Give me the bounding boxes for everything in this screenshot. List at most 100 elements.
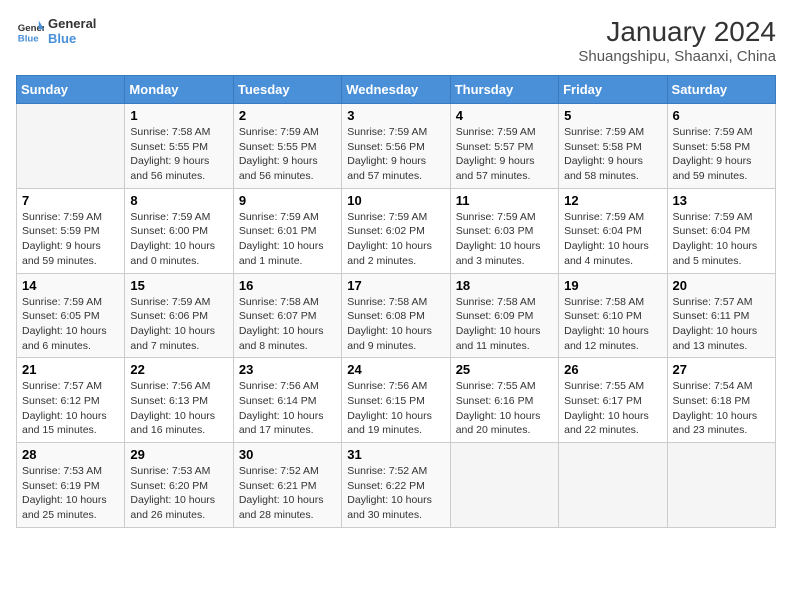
- day-number: 28: [22, 447, 119, 462]
- calendar-cell: 29Sunrise: 7:53 AMSunset: 6:20 PMDayligh…: [125, 443, 233, 528]
- day-info: Sunrise: 7:57 AMSunset: 6:12 PMDaylight:…: [22, 379, 119, 438]
- day-number: 13: [673, 193, 770, 208]
- header-saturday: Saturday: [667, 76, 775, 104]
- calendar-week-row: 21 Sunrise: 7:57 AMSunset: 6:12 PMDayligh…: [17, 358, 776, 443]
- calendar-cell: 5Sunrise: 7:59 AMSunset: 5:58 PMDaylight…: [559, 104, 667, 189]
- calendar-cell: 27 Sunrise: 7:54 AMSunset: 6:18 PMDayligh…: [667, 358, 775, 443]
- logo: General Blue General Blue: [16, 16, 96, 46]
- day-info: Sunrise: 7:59 AMSunset: 5:55 PMDaylight:…: [239, 125, 336, 184]
- calendar-week-row: 1 Sunrise: 7:58 AMSunset: 5:55 PMDaylight…: [17, 104, 776, 189]
- day-number: 1: [130, 108, 227, 123]
- day-info: Sunrise: 7:54 AMSunset: 6:18 PMDaylight:…: [673, 379, 770, 438]
- header-wednesday: Wednesday: [342, 76, 450, 104]
- day-number: 4: [456, 108, 553, 123]
- day-info: Sunrise: 7:59 AMSunset: 5:59 PMDaylight:…: [22, 210, 119, 269]
- day-info: Sunrise: 7:56 AMSunset: 6:15 PMDaylight:…: [347, 379, 444, 438]
- day-number: 23: [239, 362, 336, 377]
- day-info: Sunrise: 7:59 AMSunset: 6:04 PMDaylight:…: [673, 210, 770, 269]
- calendar-header-row: SundayMondayTuesdayWednesdayThursdayFrid…: [17, 76, 776, 104]
- calendar-cell: 4 Sunrise: 7:59 AMSunset: 5:57 PMDaylight…: [450, 104, 558, 189]
- calendar-cell: 11 Sunrise: 7:59 AMSunset: 6:03 PMDayligh…: [450, 188, 558, 273]
- day-info: Sunrise: 7:59 AMSunset: 5:56 PMDaylight:…: [347, 125, 444, 184]
- calendar-title: January 2024: [578, 16, 776, 48]
- calendar-cell: 15 Sunrise: 7:59 AMSunset: 6:06 PMDayligh…: [125, 273, 233, 358]
- page-header: General Blue General Blue January 2024 S…: [16, 16, 776, 65]
- day-number: 31: [347, 447, 444, 462]
- calendar-cell: 22 Sunrise: 7:56 AMSunset: 6:13 PMDayligh…: [125, 358, 233, 443]
- calendar-cell: 8Sunrise: 7:59 AMSunset: 6:00 PMDaylight…: [125, 188, 233, 273]
- logo-text-general: General: [48, 16, 96, 31]
- calendar-cell: 21 Sunrise: 7:57 AMSunset: 6:12 PMDayligh…: [17, 358, 125, 443]
- calendar-cell: [667, 443, 775, 528]
- header-friday: Friday: [559, 76, 667, 104]
- day-number: 3: [347, 108, 444, 123]
- logo-icon: General Blue: [16, 17, 44, 45]
- day-number: 10: [347, 193, 444, 208]
- calendar-cell: 2 Sunrise: 7:59 AMSunset: 5:55 PMDaylight…: [233, 104, 341, 189]
- day-number: 15: [130, 278, 227, 293]
- calendar-cell: 6Sunrise: 7:59 AMSunset: 5:58 PMDaylight…: [667, 104, 775, 189]
- day-number: 29: [130, 447, 227, 462]
- day-info: Sunrise: 7:59 AMSunset: 6:05 PMDaylight:…: [22, 295, 119, 354]
- calendar-cell: 25 Sunrise: 7:55 AMSunset: 6:16 PMDayligh…: [450, 358, 558, 443]
- calendar-week-row: 28Sunrise: 7:53 AMSunset: 6:19 PMDayligh…: [17, 443, 776, 528]
- svg-text:Blue: Blue: [18, 34, 39, 45]
- calendar-cell: [559, 443, 667, 528]
- calendar-cell: 31 Sunrise: 7:52 AMSunset: 6:22 PMDayligh…: [342, 443, 450, 528]
- header-monday: Monday: [125, 76, 233, 104]
- day-info: Sunrise: 7:55 AMSunset: 6:17 PMDaylight:…: [564, 379, 661, 438]
- day-number: 14: [22, 278, 119, 293]
- calendar-cell: 30 Sunrise: 7:52 AMSunset: 6:21 PMDayligh…: [233, 443, 341, 528]
- day-info: Sunrise: 7:59 AMSunset: 6:06 PMDaylight:…: [130, 295, 227, 354]
- day-number: 2: [239, 108, 336, 123]
- day-info: Sunrise: 7:57 AMSunset: 6:11 PMDaylight:…: [673, 295, 770, 354]
- calendar-cell: 24 Sunrise: 7:56 AMSunset: 6:15 PMDayligh…: [342, 358, 450, 443]
- day-info: Sunrise: 7:58 AMSunset: 5:55 PMDaylight:…: [130, 125, 227, 184]
- day-number: 30: [239, 447, 336, 462]
- day-number: 21: [22, 362, 119, 377]
- calendar-week-row: 7 Sunrise: 7:59 AMSunset: 5:59 PMDaylight…: [17, 188, 776, 273]
- calendar-subtitle: Shuangshipu, Shaanxi, China: [578, 48, 776, 65]
- day-number: 17: [347, 278, 444, 293]
- calendar-cell: 13 Sunrise: 7:59 AMSunset: 6:04 PMDayligh…: [667, 188, 775, 273]
- day-info: Sunrise: 7:59 AMSunset: 5:57 PMDaylight:…: [456, 125, 553, 184]
- day-info: Sunrise: 7:58 AMSunset: 6:10 PMDaylight:…: [564, 295, 661, 354]
- logo-text-blue: Blue: [48, 31, 96, 46]
- day-number: 9: [239, 193, 336, 208]
- day-info: Sunrise: 7:59 AMSunset: 6:04 PMDaylight:…: [564, 210, 661, 269]
- calendar-cell: 1 Sunrise: 7:58 AMSunset: 5:55 PMDaylight…: [125, 104, 233, 189]
- header-sunday: Sunday: [17, 76, 125, 104]
- day-info: Sunrise: 7:52 AMSunset: 6:22 PMDaylight:…: [347, 464, 444, 523]
- calendar-cell: 19Sunrise: 7:58 AMSunset: 6:10 PMDayligh…: [559, 273, 667, 358]
- calendar-cell: [17, 104, 125, 189]
- day-info: Sunrise: 7:59 AMSunset: 6:02 PMDaylight:…: [347, 210, 444, 269]
- day-number: 7: [22, 193, 119, 208]
- day-number: 11: [456, 193, 553, 208]
- day-info: Sunrise: 7:59 AMSunset: 5:58 PMDaylight:…: [673, 125, 770, 184]
- calendar-cell: 20Sunrise: 7:57 AMSunset: 6:11 PMDayligh…: [667, 273, 775, 358]
- day-info: Sunrise: 7:58 AMSunset: 6:09 PMDaylight:…: [456, 295, 553, 354]
- day-info: Sunrise: 7:59 AMSunset: 6:00 PMDaylight:…: [130, 210, 227, 269]
- calendar-cell: 14 Sunrise: 7:59 AMSunset: 6:05 PMDayligh…: [17, 273, 125, 358]
- title-block: January 2024 Shuangshipu, Shaanxi, China: [578, 16, 776, 65]
- calendar-cell: 18 Sunrise: 7:58 AMSunset: 6:09 PMDayligh…: [450, 273, 558, 358]
- day-number: 12: [564, 193, 661, 208]
- day-info: Sunrise: 7:56 AMSunset: 6:14 PMDaylight:…: [239, 379, 336, 438]
- calendar-cell: 12 Sunrise: 7:59 AMSunset: 6:04 PMDayligh…: [559, 188, 667, 273]
- day-number: 26: [564, 362, 661, 377]
- day-number: 22: [130, 362, 227, 377]
- day-number: 16: [239, 278, 336, 293]
- calendar-cell: 17 Sunrise: 7:58 AMSunset: 6:08 PMDayligh…: [342, 273, 450, 358]
- day-info: Sunrise: 7:55 AMSunset: 6:16 PMDaylight:…: [456, 379, 553, 438]
- day-number: 25: [456, 362, 553, 377]
- day-info: Sunrise: 7:58 AMSunset: 6:07 PMDaylight:…: [239, 295, 336, 354]
- day-info: Sunrise: 7:56 AMSunset: 6:13 PMDaylight:…: [130, 379, 227, 438]
- day-number: 24: [347, 362, 444, 377]
- day-number: 27: [673, 362, 770, 377]
- day-number: 18: [456, 278, 553, 293]
- header-thursday: Thursday: [450, 76, 558, 104]
- day-info: Sunrise: 7:59 AMSunset: 6:03 PMDaylight:…: [456, 210, 553, 269]
- day-info: Sunrise: 7:58 AMSunset: 6:08 PMDaylight:…: [347, 295, 444, 354]
- calendar-cell: 28Sunrise: 7:53 AMSunset: 6:19 PMDayligh…: [17, 443, 125, 528]
- day-info: Sunrise: 7:52 AMSunset: 6:21 PMDaylight:…: [239, 464, 336, 523]
